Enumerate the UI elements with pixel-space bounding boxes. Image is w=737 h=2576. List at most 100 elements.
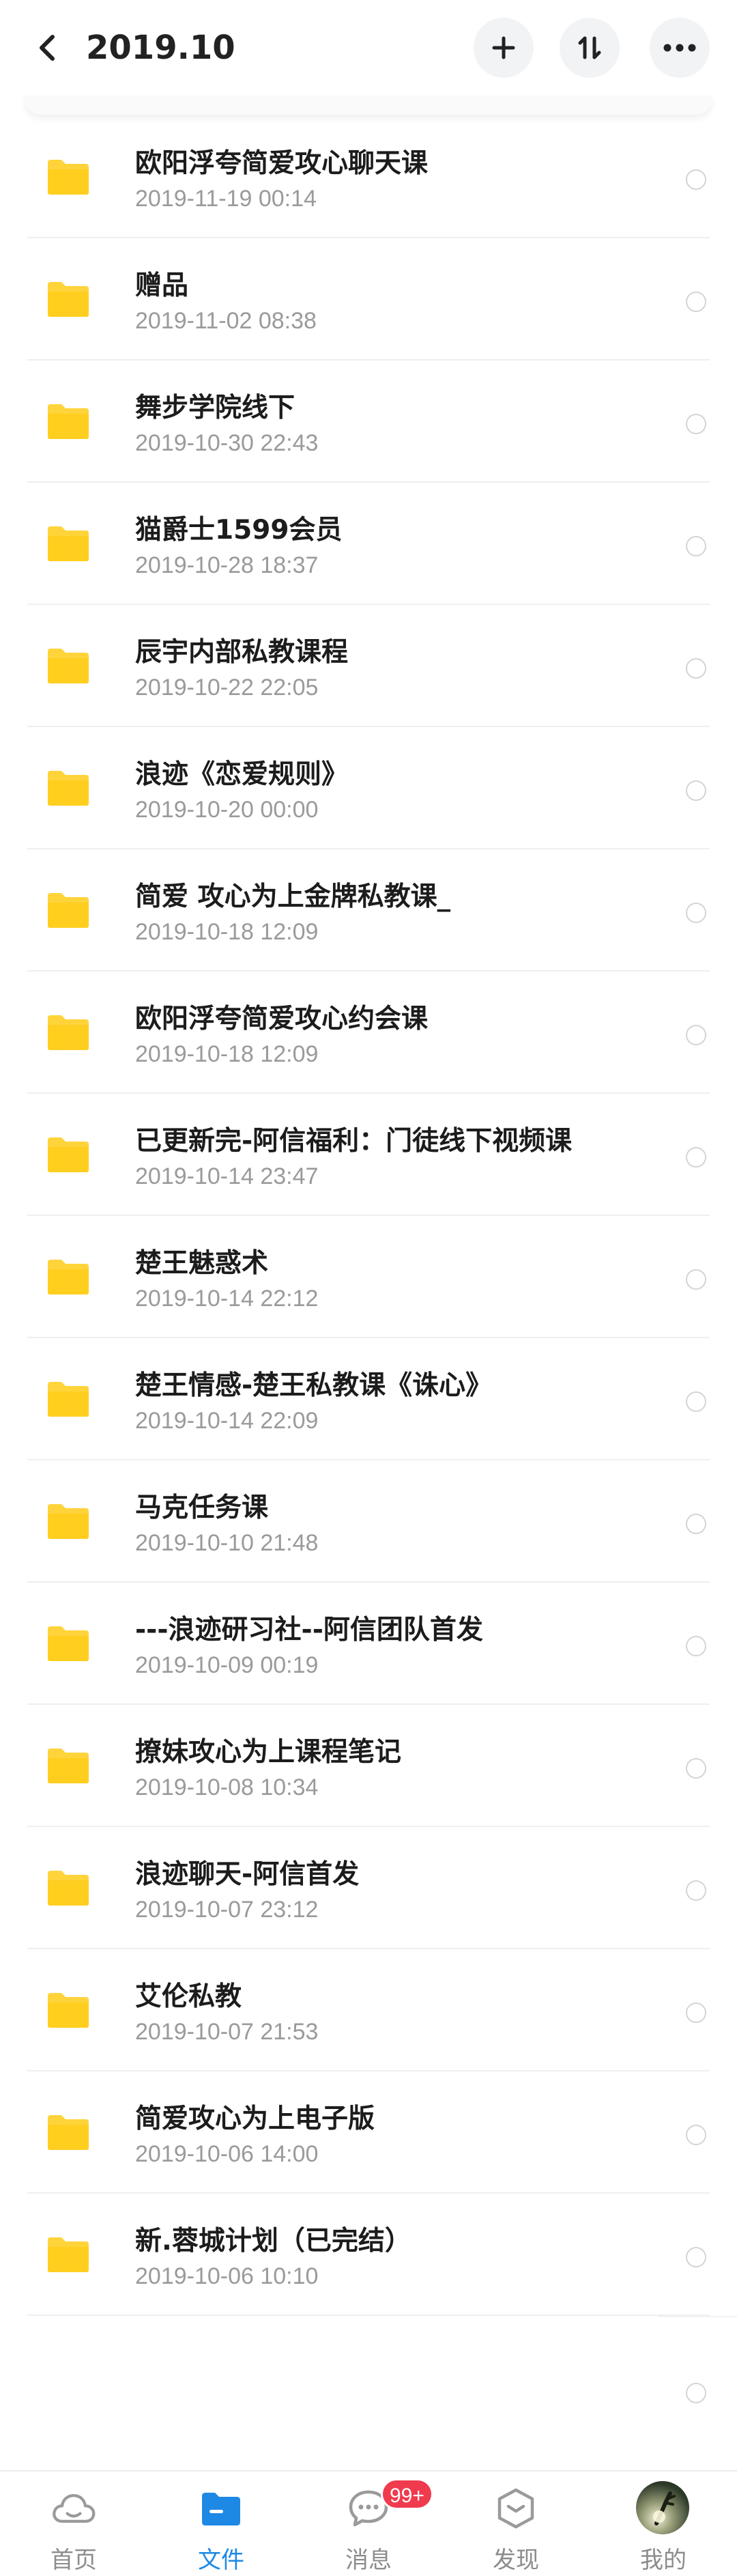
add-button[interactable] [474,18,534,78]
folder-row[interactable]: 辰宇内部私教课程 2019-10-22 22:05 [0,605,737,727]
select-radio[interactable] [686,1636,706,1656]
folder-icon [48,2115,89,2150]
folder-name: 楚王魅惑术 [135,1248,269,1279]
divider [658,2316,737,2317]
nav-discover[interactable]: 发现 [442,2472,590,2576]
folder-name: 辰宇内部私教课程 [135,637,349,668]
folder-icon [48,1504,89,1539]
nav-home[interactable]: 首页 [0,2472,147,2576]
nav-me-label: 我的 [640,2547,687,2574]
folder-row[interactable]: 马克任务课 2019-10-10 21:48 [0,1460,737,1583]
folder-row[interactable]: 浪迹聊天-阿信首发 2019-10-07 23:12 [0,1827,737,1949]
select-radio[interactable] [686,780,706,801]
folder-icon [48,1137,89,1172]
folder-date: 2019-10-22 22:05 [135,675,319,700]
nav-me[interactable]: 我的 [590,2472,737,2576]
nav-messages-label: 消息 [345,2547,392,2574]
file-list: 欧阳浮夸简爱攻心聊天课 2019-11-19 00:14 赠品 2019-11-02 … [0,116,737,2316]
folder-name: 楚王情感-楚王私教课《诛心》 [135,1370,493,1401]
folder-date: 2019-10-18 12:09 [135,1041,319,1067]
folder-name: 马克任务课 [135,1492,269,1523]
select-radio[interactable] [686,536,706,556]
more-button[interactable] [650,18,710,78]
folder-row[interactable]: 已更新完-阿信福利：门徒线下视频课 2019-10-14 23:47 [0,1094,737,1216]
folder-icon [48,649,89,683]
select-radio[interactable] [686,1269,706,1290]
folder-icon [48,282,89,317]
select-radio[interactable] [686,903,706,923]
select-radio[interactable] [686,2002,706,2023]
folder-icon [48,526,89,561]
header-shadow [25,96,712,115]
cloud-icon [52,2487,96,2530]
folder-name: 舞步学院线下 [135,393,295,423]
folder-name: 浪迹聊天-阿信首发 [135,1859,360,1890]
select-radio[interactable] [686,414,706,434]
folder-row[interactable]: 新.蓉城计划（已完结） 2019-10-06 10:10 [0,2194,737,2316]
folder-name: 撩妹攻心为上课程笔记 [135,1737,402,1768]
folder-row[interactable]: 欧阳浮夸简爱攻心聊天课 2019-11-19 00:14 [0,116,737,238]
sort-button[interactable] [560,18,620,78]
folder-date: 2019-10-14 22:09 [135,1408,319,1434]
top-bar: 2019.10 [0,0,737,96]
folder-name: 浪迹《恋爱规则》 [135,759,349,790]
select-radio[interactable] [686,1514,706,1534]
select-radio[interactable] [686,2383,706,2403]
folder-date: 2019-10-06 14:00 [135,2141,319,2167]
nav-messages[interactable]: 99+ 消息 [295,2472,442,2576]
page-title: 2019.10 [86,29,235,67]
folder-row[interactable]: 撩妹攻心为上课程笔记 2019-10-08 10:34 [0,1705,737,1827]
folder-date: 2019-11-02 08:38 [135,308,317,334]
select-radio[interactable] [686,1025,706,1045]
select-radio[interactable] [686,169,706,190]
select-radio[interactable] [686,1880,706,1901]
folder-date: 2019-10-07 23:12 [135,1897,319,1923]
folder-name: 猫爵士1599会员 [135,515,343,546]
folder-row[interactable]: ---浪迹研习社--阿信团队首发 2019-10-09 00:19 [0,1583,737,1705]
folder-row[interactable]: 浪迹《恋爱规则》 2019-10-20 00:00 [0,727,737,849]
folder-icon [48,1382,89,1417]
folder-row[interactable]: 猫爵士1599会员 2019-10-28 18:37 [0,483,737,605]
folder-row[interactable]: 欧阳浮夸简爱攻心约会课 2019-10-18 12:09 [0,972,737,1094]
select-radio[interactable] [686,2125,706,2145]
more-horizontal-icon [663,44,696,52]
select-radio[interactable] [686,2247,706,2267]
folder-row[interactable]: 楚王情感-楚王私教课《诛心》 2019-10-14 22:09 [0,1338,737,1460]
folder-row[interactable]: 舞步学院线下 2019-10-30 22:43 [0,360,737,483]
folder-icon [48,1015,89,1050]
folder-name: 欧阳浮夸简爱攻心约会课 [135,1004,429,1034]
folder-row[interactable]: 简爱攻心为上电子版 2019-10-06 14:00 [0,2071,737,2194]
folder-date: 2019-10-14 23:47 [135,1163,319,1189]
folder-name: 已更新完-阿信福利：门徒线下视频课 [135,1126,573,1157]
folder-row[interactable]: 楚王魅惑术 2019-10-14 22:12 [0,1216,737,1338]
select-radio[interactable] [686,658,706,679]
folder-icon [48,893,89,928]
folder-icon [48,404,89,439]
folder-row[interactable]: 赠品 2019-11-02 08:38 [0,238,737,360]
nav-home-label: 首页 [50,2547,97,2574]
hexagon-icon [494,2487,538,2530]
folder-icon [48,1871,89,1906]
select-radio[interactable] [686,1147,706,1167]
nav-files[interactable]: 文件 [147,2472,295,2576]
folder-date: 2019-10-08 10:34 [135,1774,319,1800]
folder-date: 2019-10-14 22:12 [135,1286,319,1312]
nav-files-label: 文件 [198,2547,244,2574]
folder-icon [48,1626,89,1661]
folder-icon [48,1993,89,2028]
chevron-left-icon [40,35,55,61]
folder-name: 简爱 攻心为上金牌私教课_ [135,881,451,912]
folder-icon [48,1749,89,1783]
nav-discover-label: 发现 [493,2547,539,2574]
select-radio[interactable] [686,1758,706,1779]
folder-icon [48,160,89,195]
select-radio[interactable] [686,1391,706,1412]
folder-date: 2019-10-30 22:43 [135,430,319,456]
select-radio[interactable] [686,292,706,312]
folder-icon [48,771,89,806]
avatar-icon [636,2481,689,2534]
folder-row[interactable]: 简爱 攻心为上金牌私教课_ 2019-10-18 12:09 [0,849,737,972]
folder-icon [48,2237,89,2272]
back-button[interactable] [26,27,67,68]
folder-row[interactable]: 艾伦私教 2019-10-07 21:53 [0,1949,737,2071]
